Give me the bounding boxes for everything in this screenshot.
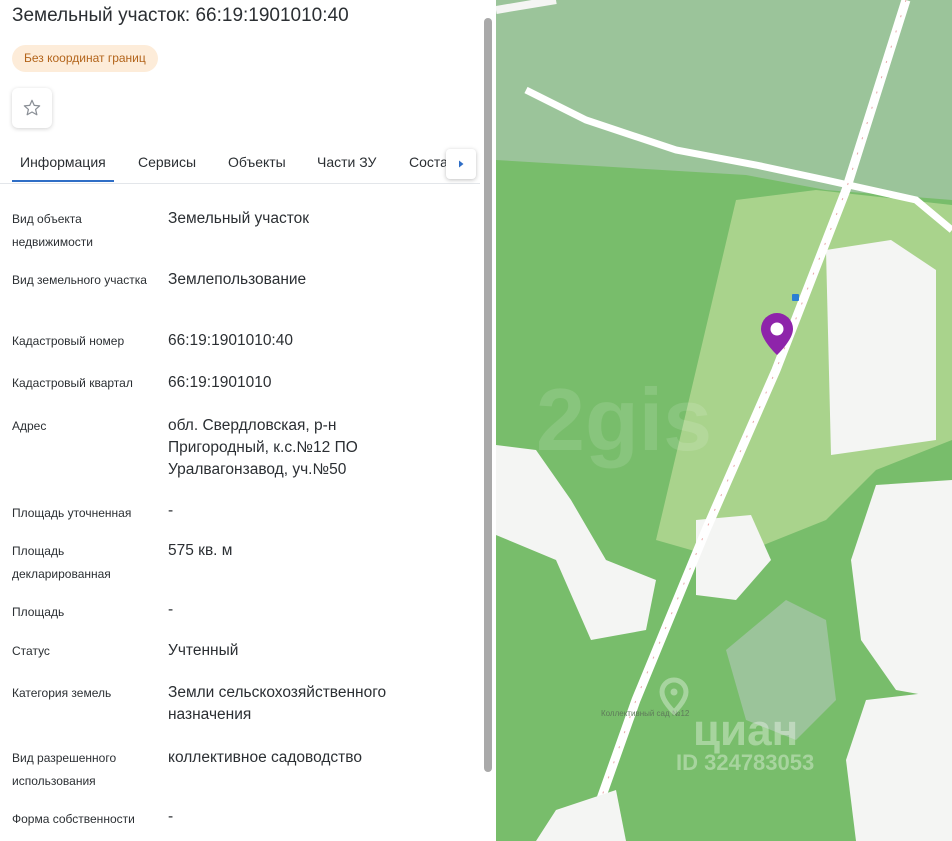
field-label: Кадастровый квартал	[12, 376, 133, 390]
field-label: Статус	[12, 644, 50, 658]
chevron-right-icon	[459, 160, 464, 168]
field-value: 575 кв. м	[168, 542, 233, 559]
tab-land-parts[interactable]: Части ЗУ	[317, 154, 376, 170]
map-watermark-faint: 2gis	[536, 370, 712, 469]
field-label: Вид разрешенного использования	[12, 751, 117, 788]
active-tab-indicator	[12, 180, 114, 182]
field-value: Земельный участок	[168, 210, 310, 227]
field-value: обл. Свердловская, р-н Пригородный, к.с.…	[168, 417, 358, 478]
field-value: -	[168, 808, 174, 825]
field-value: -	[168, 601, 174, 618]
field-label: Вид земельного участка	[12, 273, 147, 287]
favorite-button[interactable]	[12, 88, 52, 128]
map-canvas[interactable]: Коллективный сад №12 2gis циан ID 324783…	[496, 0, 952, 841]
tabs-next-button[interactable]	[446, 149, 476, 179]
map-clearing-south	[846, 690, 952, 841]
tab-objects[interactable]: Объекты	[228, 154, 286, 170]
panel-scrollbar-thumb[interactable]	[484, 18, 492, 772]
field-value: коллективное садоводство	[168, 749, 362, 766]
map-watermark-id: ID 324783053	[676, 750, 814, 775]
no-boundaries-badge: Без координат границ	[12, 45, 158, 72]
field-label: Площадь	[12, 605, 65, 619]
field-label: Категория земель	[12, 686, 112, 700]
tab-services[interactable]: Сервисы	[138, 154, 196, 170]
field-label: Форма собственности	[12, 812, 135, 826]
tab-bar: Информация Сервисы Объекты Части ЗУ Сост…	[0, 140, 480, 184]
field-label: Площадь уточненная	[12, 506, 132, 520]
info-panel: Земельный участок: 66:19:1901010:40 Без …	[0, 0, 496, 841]
map-poi-square	[792, 294, 799, 301]
field-value: Учтенный	[168, 642, 239, 659]
tab-composition[interactable]: Соста	[409, 154, 448, 170]
map-clearing-east	[826, 240, 936, 455]
field-value: Земли сельскохозяйственного назначения	[168, 684, 387, 723]
field-label: Адрес	[12, 419, 47, 433]
field-label: Площадь декларированная	[12, 544, 111, 581]
star-icon	[23, 99, 41, 116]
page-title: Земельный участок: 66:19:1901010:40	[12, 5, 349, 26]
field-label: Вид объекта недвижимости	[12, 212, 93, 249]
field-value: 66:19:1901010:40	[168, 332, 293, 349]
field-value: Землепользование	[168, 271, 307, 288]
map-view[interactable]: Коллективный сад №12 2gis циан ID 324783…	[496, 0, 952, 841]
field-label: Кадастровый номер	[12, 334, 125, 348]
field-value: 66:19:1901010	[168, 374, 272, 391]
tab-info[interactable]: Информация	[20, 154, 106, 170]
map-watermark-brand: циан	[693, 706, 798, 755]
field-value: -	[168, 502, 174, 519]
